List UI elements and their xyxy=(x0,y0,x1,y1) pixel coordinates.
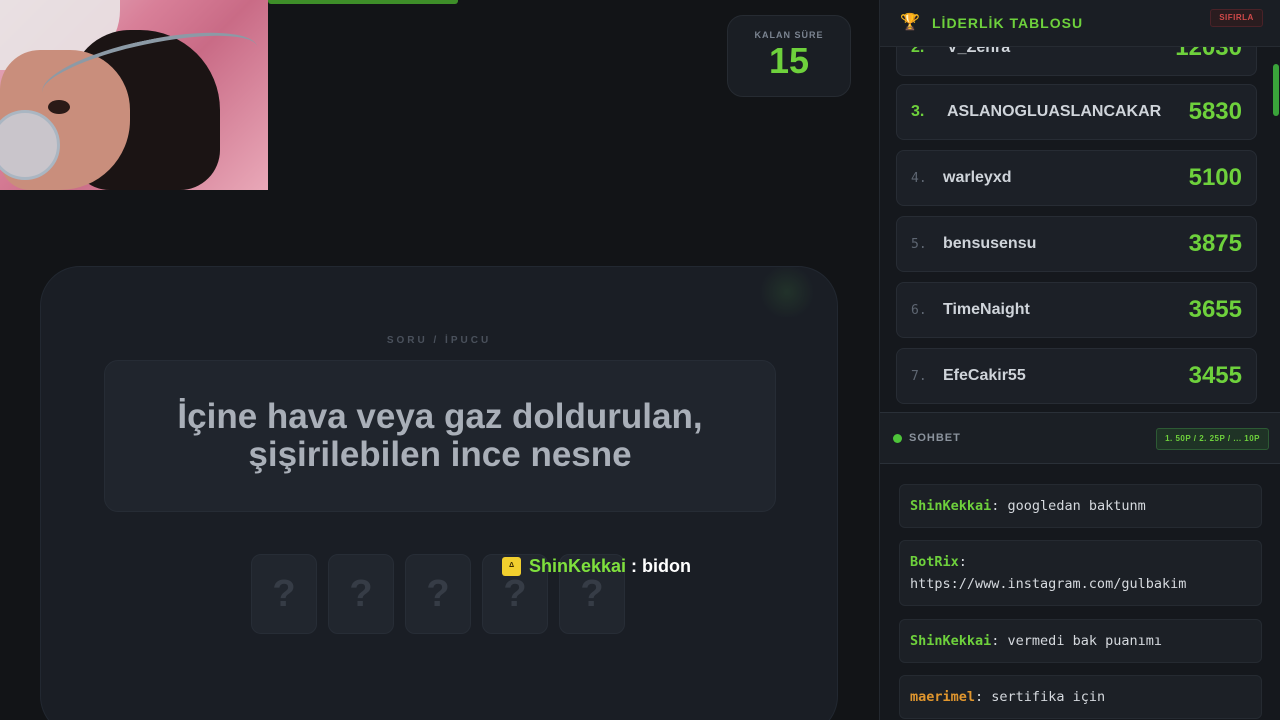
chat-message: maerimel: sertifika için xyxy=(899,675,1262,719)
points-info-badge: 1. 50P / 2. 25P / ... 10P xyxy=(1156,428,1269,450)
side-panel: 2. V_Zehra 12030 3. ASLANOGLUASLANCAKAR … xyxy=(879,0,1280,720)
chat-message-text: https://www.instagram.com/gulbakim xyxy=(910,576,1187,592)
leaderboard-name: EfeCakir55 xyxy=(943,367,1026,384)
chat-message: ShinKekkai: googledan baktunm xyxy=(899,484,1262,528)
timer-value: 15 xyxy=(768,40,810,81)
timer-label: KALAN SÜRE xyxy=(754,30,824,40)
leaderboard-rank: 3. xyxy=(911,103,925,120)
chat-message-text: googledan baktunm xyxy=(1007,498,1146,514)
live-status-dot-icon xyxy=(893,433,902,443)
chat-message: BotRix: https://www.instagram.com/gulbaki… xyxy=(899,540,1262,606)
leaderboard-row: 6. TimeNaight 3655 xyxy=(896,282,1257,338)
chat-title: SOHBET xyxy=(909,432,961,444)
chat-message-user: ShinKekkai xyxy=(910,498,992,514)
leaderboard-row: 4. warleyxd 5100 xyxy=(896,150,1257,206)
answer-slot: ? xyxy=(328,554,394,634)
leaderboard-title: LİDERLİK TABLOSU xyxy=(932,15,1084,31)
timer-box: KALAN SÜRE 15 xyxy=(727,15,851,97)
overlay-chat-text: bidon xyxy=(642,556,692,576)
leaderboard-rank: 5. xyxy=(911,236,927,252)
leaderboard-name: warleyxd xyxy=(943,169,1012,186)
leaderboard-name: ASLANOGLUASLANCAKAR xyxy=(947,103,1162,120)
webcam-feed xyxy=(0,0,268,190)
leaderboard-name: bensusensu xyxy=(943,235,1037,252)
question-label: SORU / İPUCU xyxy=(386,335,492,346)
leaderboard-score: 5100 xyxy=(1188,164,1242,191)
chat-message-text: vermedi bak puanımı xyxy=(1007,633,1162,649)
question-text: İçine hava veya gaz doldurulan, şişirile… xyxy=(177,397,703,474)
leaderboard-rank: 7. xyxy=(911,368,927,384)
leaderboard-score: 3655 xyxy=(1188,296,1242,323)
trophy-icon: 🏆 xyxy=(900,14,920,31)
top-progress-bar xyxy=(268,0,458,4)
chat-message-user: maerimel xyxy=(910,689,976,705)
leaderboard-score: 3875 xyxy=(1188,230,1242,257)
chat-message-text: sertifika için xyxy=(991,689,1106,705)
leaderboard-row: 7. EfeCakir55 3455 xyxy=(896,348,1257,404)
leaderboard-list[interactable]: 2. V_Zehra 12030 3. ASLANOGLUASLANCAKAR … xyxy=(880,0,1280,412)
chat-header: SOHBET 1. 50P / 2. 25P / ... 10P xyxy=(880,412,1280,464)
question-card: SORU / İPUCU İçine hava veya gaz dolduru… xyxy=(40,266,838,720)
card-glow xyxy=(757,267,817,317)
leaderboard-row: 5. bensusensu 3875 xyxy=(896,216,1257,272)
overlay-chat-separator: : xyxy=(626,556,643,576)
chat-message-user: BotRix xyxy=(910,554,959,570)
leaderboard-name: TimeNaight xyxy=(943,301,1030,318)
reset-button[interactable]: SIFIRLA xyxy=(1210,9,1263,27)
leaderboard-rank: 6. xyxy=(911,302,927,318)
chat-message: ShinKekkai: vermedi bak puanımı xyxy=(899,619,1262,663)
leaderboard-header: 🏆 LİDERLİK TABLOSU SIFIRLA xyxy=(880,0,1280,47)
leaderboard-score: 3455 xyxy=(1188,362,1242,389)
question-box: İçine hava veya gaz doldurulan, şişirile… xyxy=(104,360,776,512)
answer-slot: ? xyxy=(251,554,317,634)
chat-message-user: ShinKekkai xyxy=(910,633,992,649)
overlay-chat-user: ShinKekkai xyxy=(529,556,627,576)
answer-slot: ? xyxy=(405,554,471,634)
leaderboard-rank: 4. xyxy=(911,170,927,186)
leaderboard-scrollbar[interactable] xyxy=(1273,64,1279,116)
leaderboard-row: 3. ASLANOGLUASLANCAKAR 5830 xyxy=(896,84,1257,140)
pikachu-badge-icon: ᐞ xyxy=(502,557,521,576)
leaderboard-score: 5830 xyxy=(1188,98,1242,125)
overlay-chat-message: ᐞ ShinKekkai : bidon xyxy=(502,556,691,577)
